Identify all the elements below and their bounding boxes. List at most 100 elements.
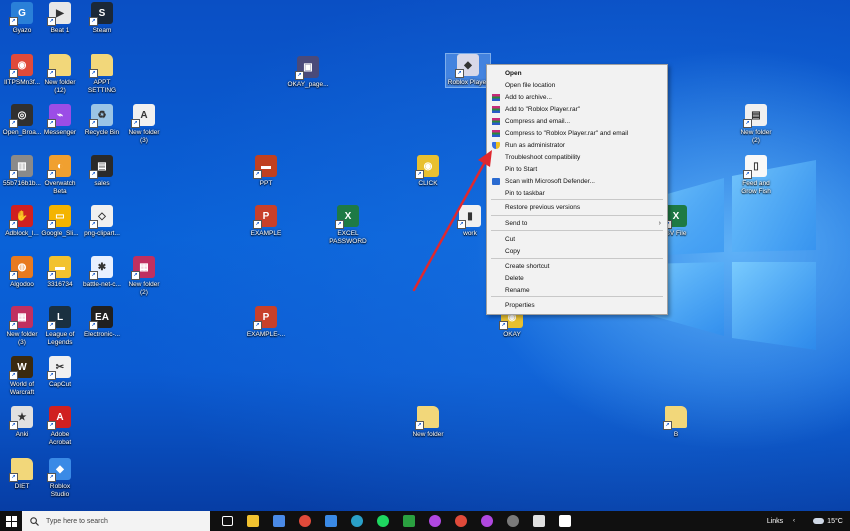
shortcut-arrow-icon: ↗ xyxy=(89,321,98,330)
menu-item-open[interactable]: Open xyxy=(487,68,667,79)
desktop-icon[interactable]: P ↗ EXAMPLE xyxy=(244,205,288,238)
desktop-icon[interactable]: ↗ APPT SETTING xyxy=(80,54,124,94)
menu-item-rename[interactable]: Rename xyxy=(487,285,667,296)
app-icon: ◆ ↗ xyxy=(47,458,71,482)
menu-separator xyxy=(491,296,663,297)
desktop-icon[interactable]: X ↗ EXCEL PASSWORD xyxy=(326,205,370,245)
taskbar-microsoft-store-button[interactable] xyxy=(268,511,290,531)
menu-item-label: Send to xyxy=(505,220,528,227)
desktop-icon-label: World of Warcraft xyxy=(9,381,35,396)
app-icon: L ↗ xyxy=(47,306,71,330)
taskbar-steam-browser-button[interactable] xyxy=(502,511,524,531)
desktop-icon[interactable]: ↗ New folder xyxy=(406,406,450,439)
app-icon: ↗ xyxy=(415,406,439,430)
desktop-icon-label: CapCut xyxy=(48,381,72,388)
menu-item-troubleshoot-compatibility[interactable]: Troubleshoot compatibility xyxy=(487,152,667,163)
desktop-icon[interactable]: P ↗ EXAMPLE-... xyxy=(244,306,288,339)
taskbar-messenger-button[interactable] xyxy=(476,511,498,531)
desktop-icon[interactable]: ▤ ↗ New folder (2) xyxy=(734,104,778,144)
taskbar-capcut-button[interactable] xyxy=(554,511,576,531)
desktop-icon[interactable]: ▦ ↗ New folder (2) xyxy=(122,256,166,296)
desktop-icon[interactable]: EA ↗ Electronic-... xyxy=(80,306,124,339)
desktop-icon[interactable]: ▯ ↗ Feed and Grow Fish xyxy=(734,155,778,195)
desktop-icon[interactable]: ◉ ↗ CLICK xyxy=(406,155,450,188)
menu-item-restore-previous-versions[interactable]: Restore previous versions xyxy=(487,202,667,213)
edge-icon xyxy=(351,515,363,527)
menu-item-label: Pin to Start xyxy=(505,166,538,173)
menu-item-label: Properties xyxy=(505,302,535,309)
app-icon: ↗ xyxy=(89,54,113,78)
desktop-icon[interactable]: ⌁ ↗ Messenger xyxy=(38,104,82,137)
desktop-icon-label: New folder (12) xyxy=(44,79,76,94)
desktop-icon[interactable]: ◆ ↗ Roblox Studio xyxy=(38,458,82,498)
desktop-icon[interactable]: L ↗ League of Legends xyxy=(38,306,82,346)
shortcut-arrow-icon: ↗ xyxy=(9,271,18,280)
desktop-icon[interactable]: ♻ ↗ Recycle Bin xyxy=(80,104,124,137)
chevron-up-icon[interactable]: ‹ xyxy=(790,511,798,531)
shortcut-arrow-icon: ↗ xyxy=(9,119,18,128)
desktop-icon[interactable]: ◐ ↗ Overwatch Beta xyxy=(38,155,82,195)
menu-item-add-to-archive[interactable]: Add to archive... xyxy=(487,92,667,103)
desktop-icon[interactable]: ▭ ↗ Google_Sli... xyxy=(38,205,82,238)
desktop-icon[interactable]: ✱ ↗ battle-net-c... xyxy=(80,256,124,289)
desktop-icon-label: Open_Broa... xyxy=(2,129,42,136)
desktop-icon-label: Messenger xyxy=(43,129,77,136)
menu-item-run-as-administrator[interactable]: Run as administrator xyxy=(487,140,667,151)
weather-widget[interactable]: 15°C xyxy=(808,511,848,531)
desktop-icon[interactable]: A ↗ New folder (3) xyxy=(122,104,166,144)
links-toolbar[interactable]: Links xyxy=(762,511,788,531)
shortcut-arrow-icon: ↗ xyxy=(415,170,424,179)
search-box[interactable]: Type here to search xyxy=(22,511,210,531)
menu-item-compress-and-email[interactable]: Compress and email... xyxy=(487,116,667,127)
taskbar-chrome-button[interactable] xyxy=(450,511,472,531)
desktop-icon-label: Electronic-... xyxy=(83,331,121,338)
menu-item-send-to[interactable]: Send to › xyxy=(487,218,667,229)
menu-item-scan-with-microsoft-defender[interactable]: Scan with Microsoft Defender... xyxy=(487,176,667,187)
menu-item-add-to-roblox-player-rar[interactable]: Add to "Roblox Player.rar" xyxy=(487,104,667,115)
menu-item-properties[interactable]: Properties xyxy=(487,300,667,311)
taskbar-edge-button[interactable] xyxy=(346,511,368,531)
desktop-icon[interactable]: A ↗ Adobe Acrobat xyxy=(38,406,82,446)
shortcut-arrow-icon: ↗ xyxy=(47,473,56,482)
menu-item-open-file-location[interactable]: Open file location xyxy=(487,80,667,91)
shortcut-arrow-icon: ↗ xyxy=(47,170,56,179)
winrar-icon xyxy=(492,106,500,113)
taskbar-file-explorer-button[interactable] xyxy=(242,511,264,531)
menu-item-pin-to-start[interactable]: Pin to Start xyxy=(487,164,667,175)
shortcut-arrow-icon: ↗ xyxy=(9,321,18,330)
menu-item-delete[interactable]: Delete xyxy=(487,273,667,284)
desktop[interactable]: G ↗ Gyazo ▶ ↗ Beat 1 S ↗ Steam ◉ ↗ IITPSMn3f... ↗ New… xyxy=(0,0,850,511)
taskbar-messenger-button[interactable] xyxy=(424,511,446,531)
desktop-icon[interactable]: ✂ ↗ CapCut xyxy=(38,356,82,389)
desktop-icon[interactable]: ◇ ↗ png-clipart... xyxy=(80,205,124,238)
desktop-icon[interactable]: ▤ ↗ sales xyxy=(80,155,124,188)
taskbar-spotify-button[interactable] xyxy=(372,511,394,531)
menu-item-copy[interactable]: Copy xyxy=(487,246,667,257)
search-placeholder: Type here to search xyxy=(46,517,108,525)
steam-browser-icon xyxy=(507,515,519,527)
shortcut-arrow-icon: ↗ xyxy=(415,421,424,430)
desktop-icon[interactable]: S ↗ Steam xyxy=(80,2,124,35)
desktop-icon[interactable]: ▶ ↗ Beat 1 xyxy=(38,2,82,35)
desktop-icon[interactable]: ▬ ↗ 3316734 xyxy=(38,256,82,289)
taskbar-cloud-app-button[interactable] xyxy=(528,511,550,531)
menu-item-compress-to-roblox-player-rar-and-email[interactable]: Compress to "Roblox Player.rar" and emai… xyxy=(487,128,667,139)
menu-item-label: Troubleshoot compatibility xyxy=(505,154,581,161)
start-button[interactable] xyxy=(0,511,22,531)
menu-item-pin-to-taskbar[interactable]: Pin to taskbar xyxy=(487,188,667,199)
taskbar-mail-button[interactable] xyxy=(320,511,342,531)
desktop-icon[interactable]: ↗ B xyxy=(654,406,698,439)
app-icon: ↗ xyxy=(9,458,33,482)
taskbar-chrome-button[interactable] xyxy=(294,511,316,531)
desktop-icon[interactable]: ▬ ↗ PPT xyxy=(244,155,288,188)
taskbar-xbox-button[interactable] xyxy=(398,511,420,531)
menu-item-create-shortcut[interactable]: Create shortcut xyxy=(487,261,667,272)
desktop-icon[interactable]: ◆ ↗ Roblox Player xyxy=(445,53,491,88)
menu-item-cut[interactable]: Cut xyxy=(487,234,667,245)
desktop-icon-label: APPT SETTING xyxy=(87,79,117,94)
messenger-icon xyxy=(429,515,441,527)
taskbar-task-view-button[interactable] xyxy=(216,511,238,531)
desktop-icon[interactable]: ▣ ↗ OKAY_page... xyxy=(286,56,330,89)
desktop-icon[interactable]: ↗ New folder (12) xyxy=(38,54,82,94)
menu-separator xyxy=(491,230,663,231)
